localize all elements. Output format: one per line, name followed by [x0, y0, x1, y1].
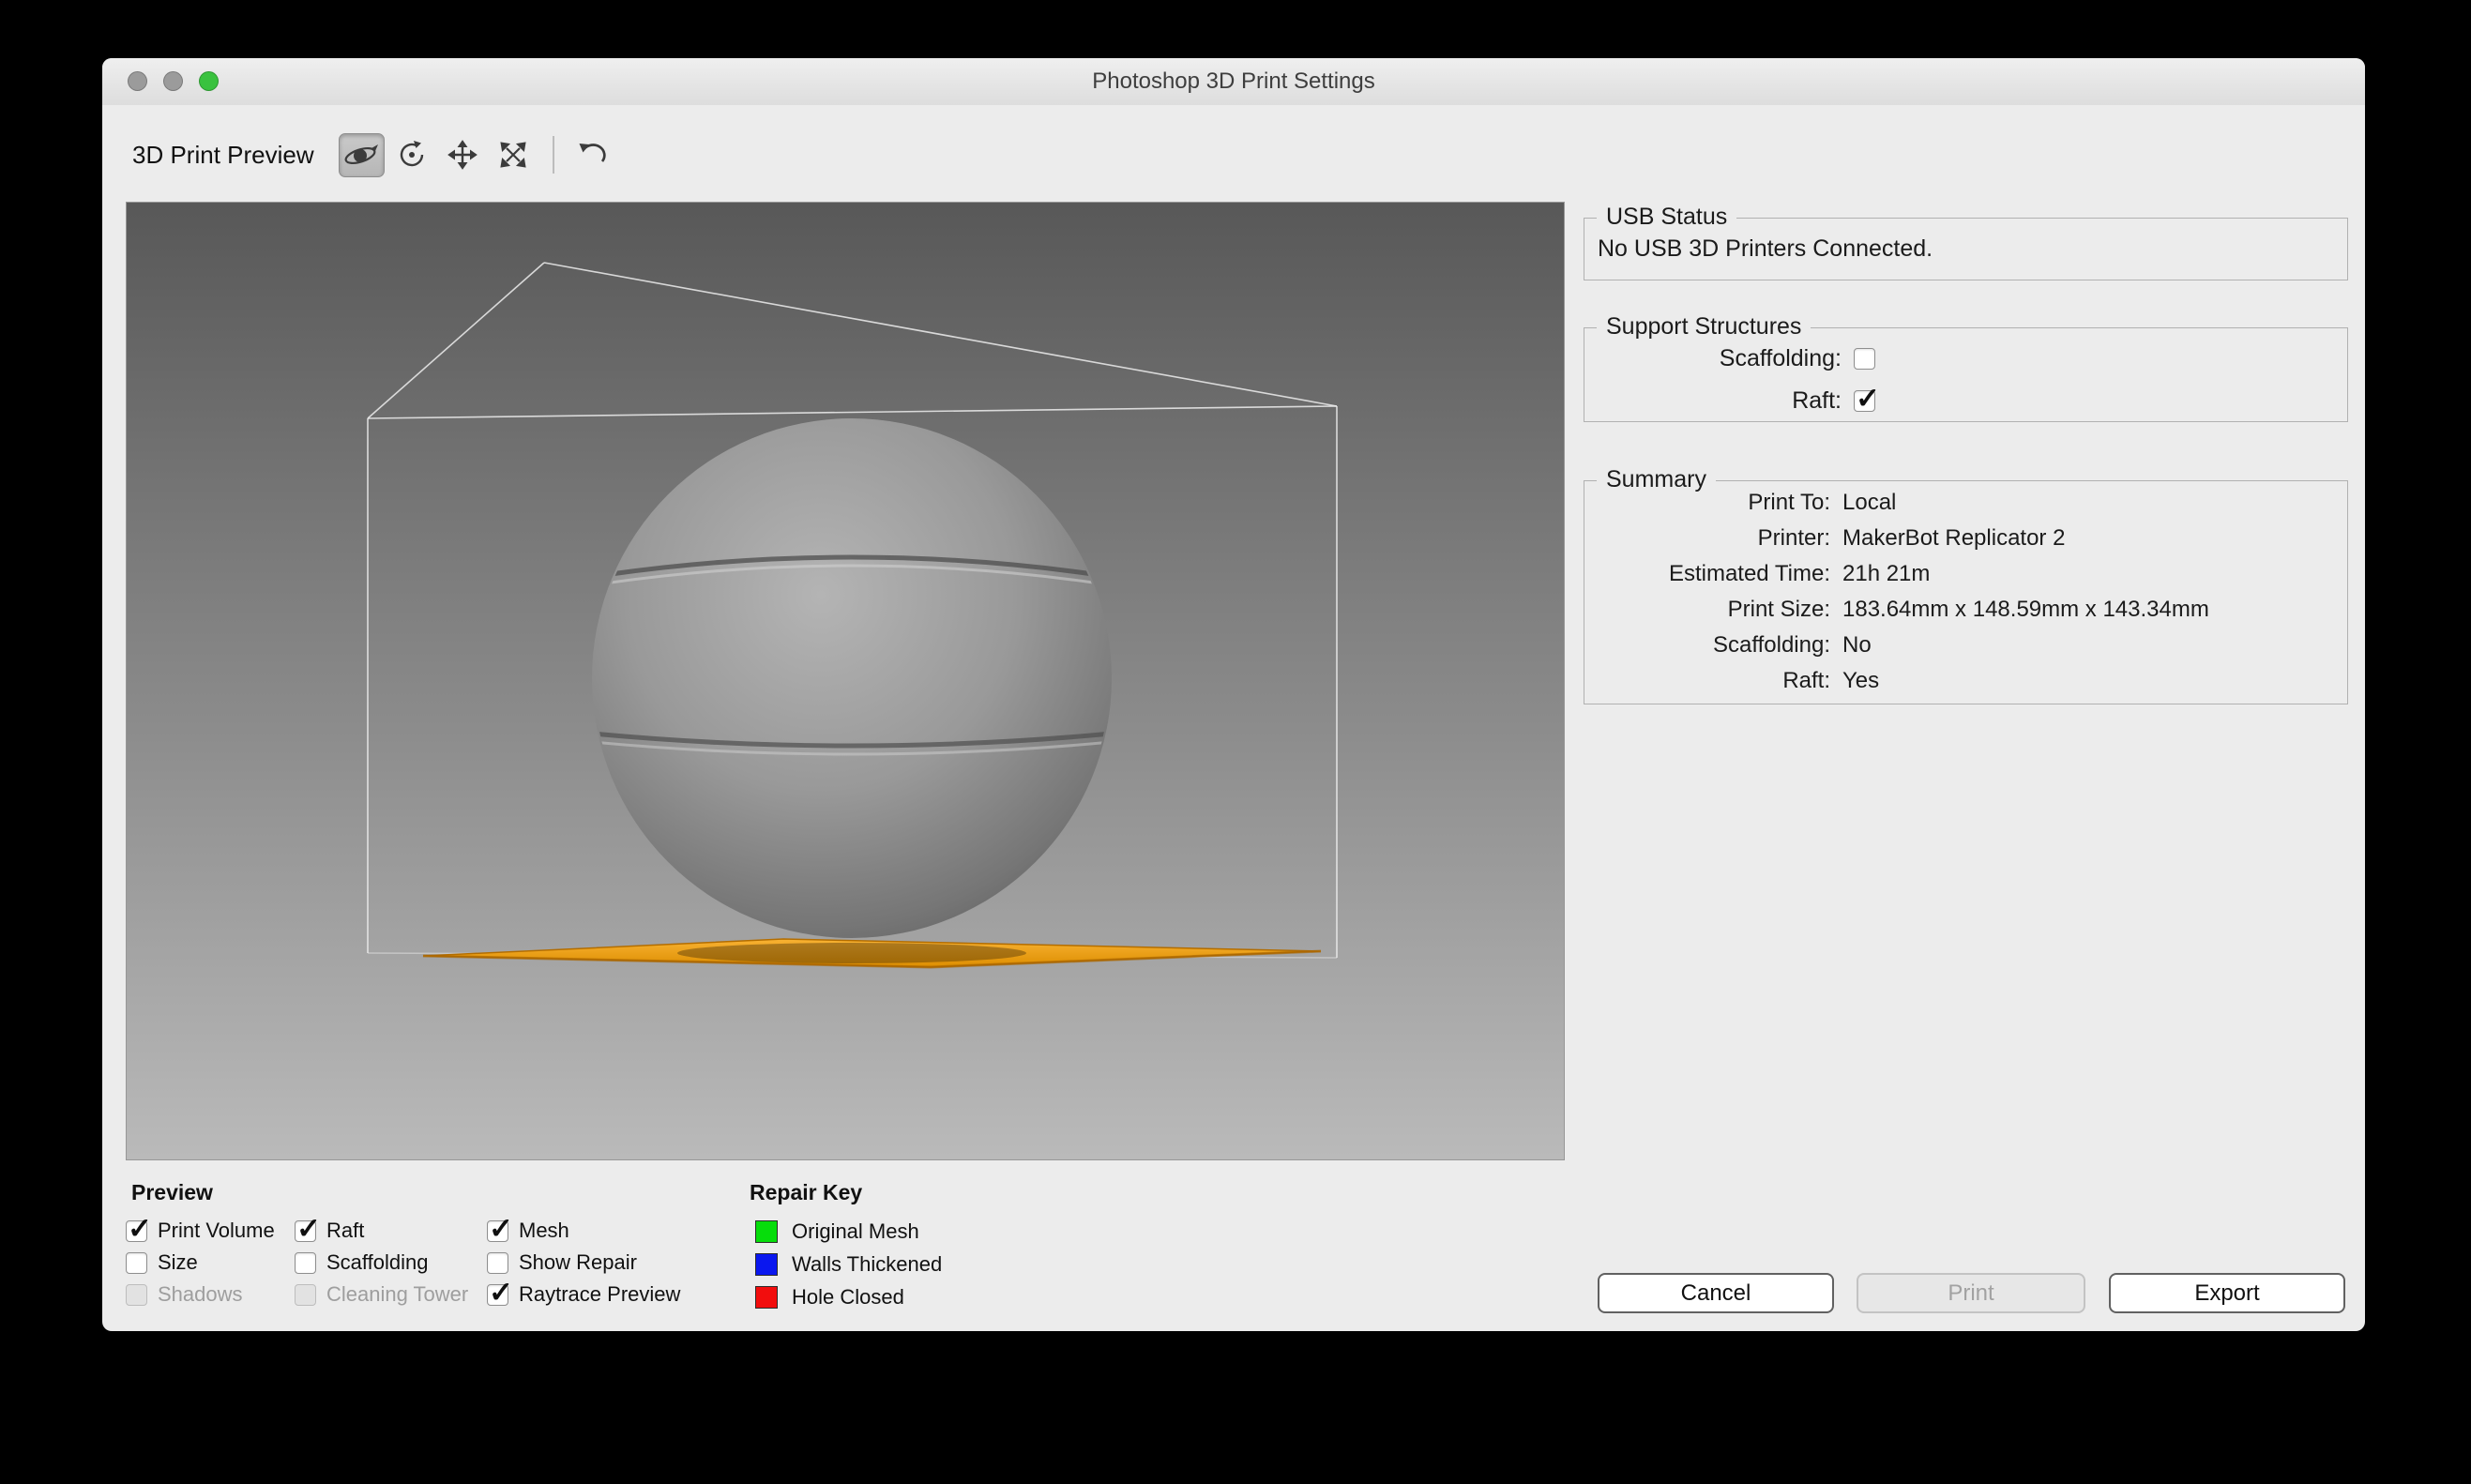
repair-key-hole-closed: Hole Closed	[755, 1280, 942, 1313]
titlebar[interactable]: Photoshop 3D Print Settings	[102, 58, 2365, 105]
summary-value: Local	[1842, 485, 1896, 521]
summary-row-raft: Raft: Yes	[1584, 663, 2347, 699]
roll-camera-tool-button[interactable]	[389, 133, 435, 177]
3d-preview[interactable]	[126, 202, 1565, 1160]
print-settings-dialog: Photoshop 3D Print Settings 3D Print Pre…	[102, 58, 2365, 1331]
preview-checkbox-size[interactable]: Size	[126, 1250, 295, 1275]
usb-status-group: USB Status No USB 3D Printers Connected.	[1584, 218, 2348, 280]
slide-camera-tool-button[interactable]	[491, 133, 537, 177]
summary-row-estimated-time: Estimated Time: 21h 21m	[1584, 556, 2347, 592]
cancel-button[interactable]: Cancel	[1598, 1273, 1834, 1313]
checkbox[interactable]	[295, 1252, 316, 1274]
roll-camera-icon	[397, 140, 427, 170]
preview-checkbox-cleaning-tower: Cleaning Tower	[295, 1282, 487, 1307]
repair-key-list: Original Mesh Walls Thickened Hole Close…	[755, 1215, 942, 1313]
model-sphere	[592, 418, 1112, 938]
raft-label: Raft:	[1792, 387, 1842, 415]
support-structures-group: Support Structures Scaffolding: Raft:	[1584, 327, 2348, 422]
checkbox-label: Size	[158, 1250, 198, 1275]
preview-checkbox-mesh[interactable]: Mesh	[487, 1219, 768, 1243]
checkbox-label: Print Volume	[158, 1219, 275, 1243]
zoom-button[interactable]	[199, 71, 219, 91]
preview-checkbox-show-repair[interactable]: Show Repair	[487, 1250, 768, 1275]
raft-checkbox[interactable]	[1854, 390, 1875, 412]
minimize-button[interactable]	[163, 71, 183, 91]
summary-value: 183.64mm x 148.59mm x 143.34mm	[1842, 592, 2209, 628]
checkbox-label: Raytrace Preview	[519, 1282, 680, 1307]
summary-label: Scaffolding:	[1584, 628, 1830, 663]
repair-key-label: Hole Closed	[792, 1285, 904, 1310]
checkbox-label: Mesh	[519, 1219, 569, 1243]
repair-key-walls-thickened: Walls Thickened	[755, 1248, 942, 1280]
screen: Photoshop 3D Print Settings 3D Print Pre…	[0, 0, 2471, 1484]
summary-row-printer: Printer: MakerBot Replicator 2	[1584, 521, 2347, 556]
repair-key-title: Repair Key	[750, 1180, 862, 1205]
summary-title: Summary	[1597, 466, 1716, 493]
summary-value: MakerBot Replicator 2	[1842, 521, 2065, 556]
summary-label: Printer:	[1584, 521, 1830, 556]
export-button[interactable]: Export	[2109, 1273, 2345, 1313]
summary-label: Estimated Time:	[1584, 556, 1830, 592]
window-title: Photoshop 3D Print Settings	[102, 58, 2365, 105]
pan-camera-tool-button[interactable]	[440, 133, 486, 177]
summary-value: No	[1842, 628, 1872, 663]
orbit-camera-icon	[343, 140, 379, 170]
hole-closed-swatch	[755, 1286, 778, 1309]
traffic-lights	[128, 71, 219, 91]
summary-value: Yes	[1842, 663, 1879, 699]
repair-key-label: Original Mesh	[792, 1219, 919, 1244]
slide-camera-icon	[498, 140, 528, 170]
checkbox	[295, 1284, 316, 1306]
checkbox	[126, 1284, 147, 1306]
toolbar-label: 3D Print Preview	[132, 141, 314, 170]
summary-value: 21h 21m	[1842, 556, 1930, 592]
summary-label: Print Size:	[1584, 592, 1830, 628]
raft-row: Raft:	[1584, 380, 2347, 422]
support-structures-title: Support Structures	[1597, 313, 1811, 341]
repair-key-label: Walls Thickened	[792, 1252, 942, 1277]
reset-camera-icon	[576, 140, 608, 170]
original-mesh-swatch	[755, 1220, 778, 1243]
preview-checkbox-raft[interactable]: Raft	[295, 1219, 487, 1243]
orbit-camera-tool-button[interactable]	[339, 133, 385, 177]
scaffolding-row: Scaffolding:	[1584, 338, 2347, 380]
checkbox-label: Raft	[326, 1219, 364, 1243]
scaffolding-checkbox[interactable]	[1854, 348, 1875, 370]
preview-options: Print Volume Raft Mesh Size Scaffolding …	[126, 1215, 768, 1310]
preview-checkbox-print-volume[interactable]: Print Volume	[126, 1219, 295, 1243]
checkbox[interactable]	[487, 1252, 508, 1274]
checkbox-label: Show Repair	[519, 1250, 637, 1275]
checkbox[interactable]	[487, 1220, 508, 1242]
checkbox[interactable]	[126, 1252, 147, 1274]
scaffolding-label: Scaffolding:	[1720, 345, 1842, 372]
preview-checkbox-raytrace-preview[interactable]: Raytrace Preview	[487, 1282, 768, 1307]
preview-checkbox-shadows: Shadows	[126, 1282, 295, 1307]
print-button: Print	[1857, 1273, 2085, 1313]
preview-checkbox-scaffolding[interactable]: Scaffolding	[295, 1250, 487, 1275]
toolbar-separator	[553, 136, 554, 174]
summary-row-print-size: Print Size: 183.64mm x 148.59mm x 143.34…	[1584, 592, 2347, 628]
repair-key-original-mesh: Original Mesh	[755, 1215, 942, 1248]
summary-group: Summary Print To: Local Printer: MakerBo…	[1584, 480, 2348, 704]
model-shadow	[677, 943, 1026, 963]
checkbox[interactable]	[295, 1220, 316, 1242]
preview-section-title: Preview	[131, 1180, 213, 1205]
checkbox-label: Scaffolding	[326, 1250, 428, 1275]
pan-camera-icon	[447, 140, 478, 170]
usb-status-title: USB Status	[1597, 204, 1736, 231]
close-button[interactable]	[128, 71, 147, 91]
checkbox[interactable]	[126, 1220, 147, 1242]
checkbox-label: Shadows	[158, 1282, 243, 1307]
summary-label: Raft:	[1584, 663, 1830, 699]
3d-scene	[127, 203, 1564, 1159]
checkbox-label: Cleaning Tower	[326, 1282, 468, 1307]
summary-row-scaffolding: Scaffolding: No	[1584, 628, 2347, 663]
checkbox[interactable]	[487, 1284, 508, 1306]
camera-toolbar: 3D Print Preview	[132, 131, 620, 178]
reset-camera-tool-button[interactable]	[569, 133, 615, 177]
walls-thickened-swatch	[755, 1253, 778, 1276]
